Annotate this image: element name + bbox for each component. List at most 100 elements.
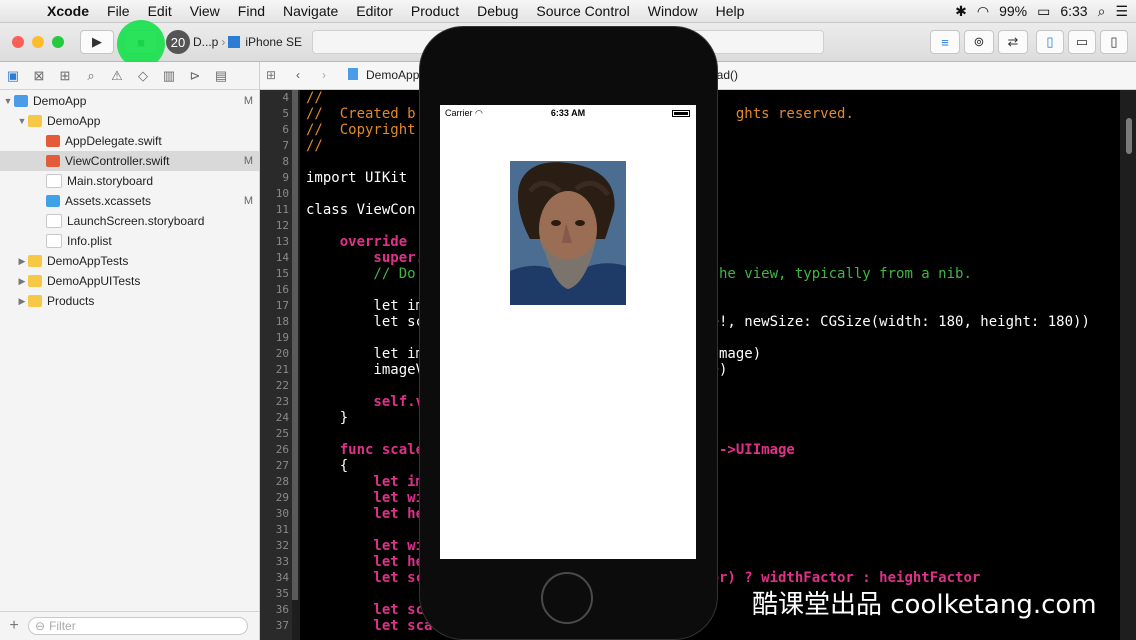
battery-percent[interactable]: 99%: [999, 3, 1027, 19]
tree-item-group[interactable]: ▼ DemoApp: [0, 111, 259, 131]
disclosure-open-icon[interactable]: ▼: [2, 96, 14, 106]
tree-item-file[interactable]: AppDelegate.swift: [0, 131, 259, 151]
issue-navigator-icon[interactable]: ⚠: [104, 68, 130, 84]
minimize-window-button[interactable]: [32, 36, 44, 48]
disclosure-closed-icon[interactable]: ▶: [16, 296, 28, 307]
debug-area-icon: ▭: [1075, 34, 1089, 49]
editor-scrollbar[interactable]: [1126, 118, 1132, 154]
line-number: 35: [275, 587, 289, 600]
standard-editor-button[interactable]: ≡: [930, 30, 960, 54]
click-indicator: [117, 20, 165, 68]
tree-item-file-selected[interactable]: ViewController.swift M: [0, 151, 259, 171]
tree-item-project[interactable]: ▼ DemoApp M: [0, 91, 259, 111]
menu-navigate[interactable]: Navigate: [274, 3, 347, 19]
tree-item-label: LaunchScreen.storyboard: [67, 214, 205, 228]
disclosure-open-icon[interactable]: ▼: [16, 116, 28, 126]
line-number: 22: [275, 379, 289, 392]
line-number: 30: [275, 507, 289, 520]
tree-item-label: Assets.xcassets: [65, 194, 152, 208]
line-number: 13: [275, 235, 289, 248]
debug-navigator-icon[interactable]: ▥: [156, 68, 182, 84]
assistant-editor-button[interactable]: ⊚: [964, 30, 994, 54]
notification-center-icon[interactable]: ☰: [1115, 3, 1128, 20]
device-name: iPhone SE: [245, 35, 303, 49]
run-button[interactable]: ▶: [80, 30, 114, 54]
clock[interactable]: 6:33: [1060, 3, 1087, 19]
toggle-navigator-button[interactable]: ▯: [1036, 30, 1064, 54]
related-items-icon[interactable]: ⊞: [266, 68, 276, 82]
spotlight-search-icon[interactable]: ⌕: [1098, 3, 1106, 20]
storyboard-file-icon: [46, 214, 62, 228]
filter-input[interactable]: ⊖ Filter: [28, 617, 248, 635]
menu-edit[interactable]: Edit: [139, 3, 181, 19]
disclosure-closed-icon[interactable]: ▶: [16, 256, 28, 267]
forward-button[interactable]: ›: [322, 68, 326, 82]
line-number: 28: [275, 475, 289, 488]
tree-item-file[interactable]: LaunchScreen.storyboard: [0, 211, 259, 231]
tree-item-file[interactable]: Assets.xcassets M: [0, 191, 259, 211]
breakpoint-navigator-icon[interactable]: ⊳: [182, 68, 208, 84]
status-badge: M: [243, 195, 253, 207]
menu-window[interactable]: Window: [639, 3, 707, 19]
line-number: 36: [275, 603, 289, 616]
menu-debug[interactable]: Debug: [468, 3, 527, 19]
status-time: 6:33 AM: [550, 108, 586, 118]
source-control-navigator-icon[interactable]: ⊠: [26, 68, 52, 84]
wifi-icon[interactable]: ◠: [977, 3, 989, 20]
bluetooth-icon[interactable]: ✱: [955, 3, 967, 20]
tree-item-group[interactable]: ▶ Products: [0, 291, 259, 311]
menu-editor[interactable]: Editor: [347, 3, 402, 19]
standard-editor-icon: ≡: [941, 34, 949, 50]
line-number: 7: [282, 139, 289, 152]
scheme-name: D...p: [193, 35, 219, 49]
watermark-text: 酷课堂出品 coolketang.com: [752, 590, 1097, 620]
find-navigator-icon[interactable]: ⌕: [78, 68, 104, 84]
line-number-gutter: 4 5 6 7 8 9 10 11 12 13 14 15 16 17 18 19 20 21 22 23 24 25 26…: [260, 90, 292, 640]
tree-item-label: DemoApp: [47, 114, 101, 128]
project-navigator-icon[interactable]: ▣: [0, 68, 26, 84]
simulator-screen[interactable]: Carrier ◠ 6:33 AM: [440, 105, 696, 559]
toggle-utilities-button[interactable]: ▯: [1100, 30, 1128, 54]
assets-folder-icon: [46, 195, 60, 207]
version-editor-button[interactable]: ⇄: [998, 30, 1028, 54]
add-file-button[interactable]: +: [0, 617, 28, 635]
battery-icon[interactable]: ▭: [1037, 3, 1050, 20]
symbol-navigator-icon[interactable]: ⊞: [52, 68, 78, 84]
close-window-button[interactable]: [12, 36, 24, 48]
menu-file[interactable]: File: [98, 3, 139, 19]
activity-badge: 20: [166, 30, 190, 54]
swift-file-icon: [46, 135, 60, 147]
report-navigator-icon[interactable]: ▤: [208, 68, 234, 84]
menu-product[interactable]: Product: [402, 3, 468, 19]
back-button[interactable]: ‹: [296, 68, 300, 82]
menu-xcode[interactable]: Xcode: [38, 3, 98, 19]
project-icon: [348, 68, 358, 80]
file-tree: ▼ DemoApp M ▼ DemoApp AppDelegate.swift …: [0, 90, 259, 311]
folder-icon: [28, 255, 42, 267]
battery-icon: [672, 110, 690, 117]
portrait-image-view: [510, 161, 626, 305]
version-editor-icon: ⇄: [1007, 34, 1019, 49]
filter-placeholder: Filter: [49, 619, 76, 633]
code-folding-ribbon[interactable]: [292, 90, 298, 600]
filter-icon: ⊖: [35, 619, 46, 633]
tree-item-group[interactable]: ▶ DemoAppTests: [0, 251, 259, 271]
breadcrumb-project[interactable]: DemoApp: [366, 68, 419, 82]
scheme-selector[interactable]: 20 D...p › iPhone SE: [166, 30, 302, 54]
tree-item-file[interactable]: Info.plist: [0, 231, 259, 251]
test-navigator-icon[interactable]: ◇: [130, 68, 156, 84]
menu-help[interactable]: Help: [707, 3, 754, 19]
folder-icon: [28, 275, 42, 287]
home-button[interactable]: [541, 572, 593, 624]
toggle-debug-area-button[interactable]: ▭: [1068, 30, 1096, 54]
zoom-window-button[interactable]: [52, 36, 64, 48]
disclosure-closed-icon[interactable]: ▶: [16, 276, 28, 287]
line-number: 23: [275, 395, 289, 408]
menu-view[interactable]: View: [181, 3, 229, 19]
tree-item-group[interactable]: ▶ DemoAppUITests: [0, 271, 259, 291]
tree-item-label: Info.plist: [67, 234, 112, 248]
menu-find[interactable]: Find: [229, 3, 274, 19]
menu-source-control[interactable]: Source Control: [527, 3, 638, 19]
tree-item-file[interactable]: Main.storyboard: [0, 171, 259, 191]
line-number: 19: [275, 331, 289, 344]
